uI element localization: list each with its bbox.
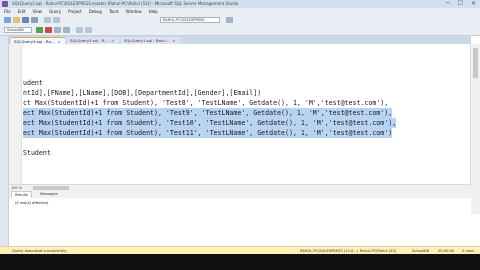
server-combo[interactable]: RAHUL-PC\SQLEXPRESS [160, 17, 220, 23]
results-pane: (4 row(s) affected) [9, 198, 471, 246]
code-line-selected[interactable]: ect Max(StudentId)+1 from Student), 'Tes… [23, 118, 397, 128]
menu-edit[interactable]: Edit [18, 8, 26, 15]
tab-messages[interactable]: Messages [37, 191, 61, 197]
code-line[interactable]: Student [23, 148, 51, 158]
redo-icon[interactable] [53, 17, 60, 23]
parse-icon[interactable] [54, 27, 61, 33]
estimated-plan-icon[interactable] [63, 27, 70, 33]
find-icon[interactable] [226, 17, 233, 23]
uncomment-icon[interactable] [85, 27, 92, 33]
open-file-icon[interactable] [13, 17, 20, 23]
sql-editor-toolbar: SchoolDB [0, 25, 480, 36]
code-line[interactable]: ct Max(StudentId)+1 from Student), 'Test… [23, 98, 388, 108]
ssms-window: SQLQuery3.sql - Rahul-PC\SQLEXPRESS.mast… [0, 0, 480, 270]
query-editor[interactable]: udent ntId],[FName],[LName],[DOB],[Depar… [9, 44, 471, 184]
tab-sqlquery1[interactable]: SQLQuery1.sql - Rahu... × [121, 37, 181, 44]
code-line[interactable]: udent [23, 78, 43, 88]
window-title: SQLQuery3.sql - Rahul-PC\SQLEXPRESS.mast… [12, 1, 239, 6]
window-controls: ─ ☐ ✕ [446, 0, 476, 8]
new-query-icon[interactable] [4, 17, 11, 23]
object-explorer-collapsed[interactable] [0, 36, 9, 250]
undo-icon[interactable] [44, 17, 51, 23]
menu-tools[interactable]: Tools [109, 8, 119, 15]
code-line-selected[interactable]: ect Max(StudentId)+1 from Student), 'Tes… [23, 128, 393, 138]
menu-bar: File Edit View Query Project Debug Tools… [0, 8, 480, 15]
rows-affected-message: (4 row(s) affected) [15, 201, 49, 205]
tab-label: SQLQuery2.sql - R... [70, 38, 109, 43]
minimize-button[interactable]: ─ [446, 0, 450, 8]
scroll-thumb[interactable] [473, 48, 478, 78]
menu-project[interactable]: Project [68, 8, 82, 15]
save-all-icon[interactable] [31, 17, 38, 23]
title-bar: SQLQuery3.sql - Rahul-PC\SQLEXPRESS.mast… [0, 0, 480, 8]
tab-results[interactable]: Results [11, 191, 32, 198]
comment-icon[interactable] [76, 27, 83, 33]
menu-query[interactable]: Query [49, 8, 61, 15]
close-window-button[interactable]: ✕ [471, 0, 476, 8]
cancel-query-icon[interactable] [45, 27, 52, 33]
ssms-app-icon [2, 1, 8, 7]
menu-help[interactable]: Help [149, 8, 158, 15]
code-line[interactable]: ntId],[FName],[LName],[DOB],[DepartmentI… [23, 88, 261, 98]
menu-view[interactable]: View [32, 8, 42, 15]
tab-sqlquery3[interactable]: SQLQuery3.sql - Ra... × [11, 37, 65, 44]
menu-file[interactable]: File [4, 8, 11, 15]
execute-icon[interactable] [36, 27, 43, 33]
taskbar [0, 254, 480, 270]
menu-window[interactable]: Window [126, 8, 142, 15]
close-tab-icon[interactable]: × [172, 38, 175, 43]
document-tabs: SQLQuery3.sql - Ra... × SQLQuery2.sql - R… [9, 36, 471, 44]
code-line-selected[interactable]: ect Max(StudentId)+1 from Student), 'Tes… [23, 108, 393, 118]
tab-label: SQLQuery1.sql - Rahu... [124, 38, 170, 43]
vertical-scrollbar[interactable] [470, 44, 480, 214]
database-combo[interactable]: SchoolDB [4, 27, 32, 33]
menu-debug[interactable]: Debug [89, 8, 102, 15]
close-tab-icon[interactable]: × [111, 38, 114, 43]
save-icon[interactable] [22, 17, 29, 23]
tab-sqlquery2[interactable]: SQLQuery2.sql - R... × [67, 37, 119, 44]
editor-gutter [9, 44, 22, 184]
maximize-button[interactable]: ☐ [458, 0, 463, 8]
